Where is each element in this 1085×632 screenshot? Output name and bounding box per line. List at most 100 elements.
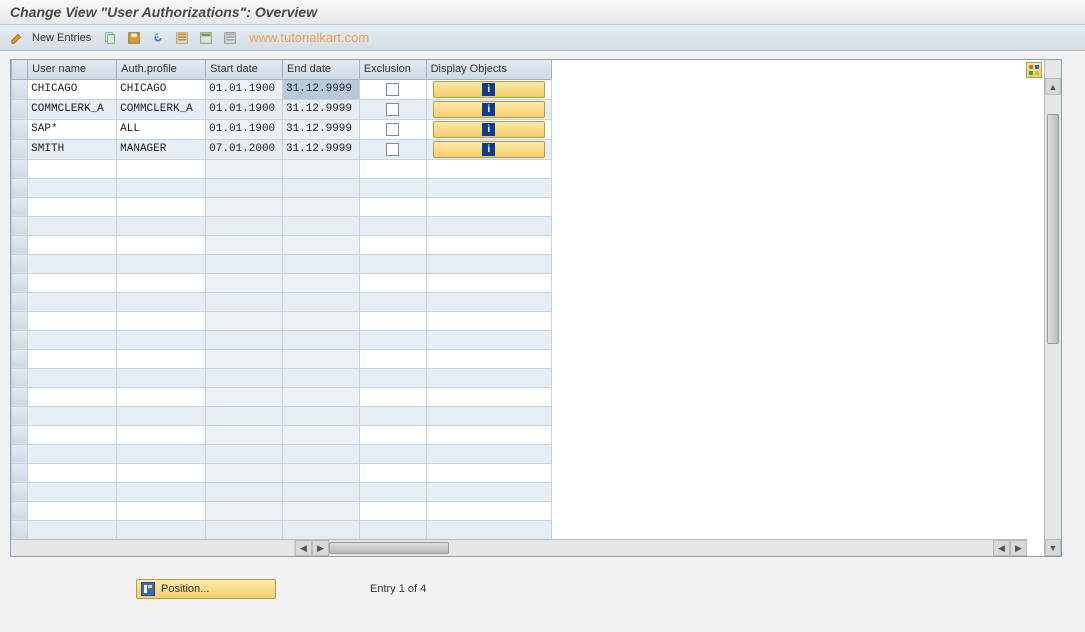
cell-exclusion[interactable] — [359, 368, 426, 387]
cell-start[interactable] — [206, 425, 283, 444]
cell-auth[interactable] — [117, 501, 206, 520]
display-objects-button[interactable]: i — [433, 81, 545, 98]
v-scroll-down-icon[interactable]: ▼ — [1045, 539, 1061, 556]
cell-end[interactable] — [282, 178, 359, 197]
col-header-disp[interactable]: Display Objects — [426, 60, 551, 79]
cell-user[interactable] — [28, 482, 117, 501]
cell-user[interactable] — [28, 311, 117, 330]
row-selector[interactable] — [12, 79, 28, 99]
cell-end[interactable] — [282, 292, 359, 311]
cell-exclusion[interactable] — [359, 159, 426, 178]
row-selector[interactable] — [12, 292, 28, 311]
cell-user[interactable] — [28, 501, 117, 520]
row-selector[interactable] — [12, 273, 28, 292]
cell-start[interactable] — [206, 387, 283, 406]
row-selector[interactable] — [12, 119, 28, 139]
cell-auth[interactable] — [117, 159, 206, 178]
cell-exclusion[interactable] — [359, 520, 426, 539]
toggle-change-icon[interactable] — [8, 29, 26, 47]
cell-auth[interactable] — [117, 235, 206, 254]
cell-start[interactable]: 07.01.2000 — [206, 139, 283, 159]
row-selector[interactable] — [12, 463, 28, 482]
cell-end[interactable] — [282, 159, 359, 178]
cell-exclusion[interactable] — [359, 139, 426, 159]
cell-start[interactable] — [206, 349, 283, 368]
exclusion-checkbox[interactable] — [386, 83, 399, 96]
cell-exclusion[interactable] — [359, 119, 426, 139]
cell-exclusion[interactable] — [359, 463, 426, 482]
undo-icon[interactable] — [149, 29, 167, 47]
row-selector[interactable] — [12, 235, 28, 254]
cell-exclusion[interactable] — [359, 444, 426, 463]
save-icon[interactable] — [125, 29, 143, 47]
cell-exclusion[interactable] — [359, 197, 426, 216]
cell-end[interactable] — [282, 482, 359, 501]
cell-auth[interactable]: COMMCLERK_A — [117, 99, 206, 119]
position-button[interactable]: Position... — [136, 579, 276, 599]
col-header-excl[interactable]: Exclusion — [359, 60, 426, 79]
cell-end[interactable]: 31.12.9999 — [282, 139, 359, 159]
cell-user[interactable]: SMITH — [28, 139, 117, 159]
row-selector[interactable] — [12, 216, 28, 235]
new-entries-button[interactable]: New Entries — [32, 32, 91, 44]
cell-start[interactable] — [206, 178, 283, 197]
cell-auth[interactable] — [117, 349, 206, 368]
cell-start[interactable] — [206, 368, 283, 387]
cell-auth[interactable] — [117, 216, 206, 235]
row-selector[interactable] — [12, 368, 28, 387]
cell-user[interactable] — [28, 444, 117, 463]
cell-auth[interactable] — [117, 368, 206, 387]
cell-end[interactable] — [282, 425, 359, 444]
cell-exclusion[interactable] — [359, 216, 426, 235]
cell-auth[interactable] — [117, 197, 206, 216]
exclusion-checkbox[interactable] — [386, 103, 399, 116]
cell-user[interactable] — [28, 368, 117, 387]
deselect-all-icon[interactable] — [221, 29, 239, 47]
cell-end[interactable] — [282, 216, 359, 235]
cell-end[interactable]: 31.12.9999 — [282, 99, 359, 119]
cell-end[interactable] — [282, 330, 359, 349]
cell-end[interactable] — [282, 235, 359, 254]
h-scroll-right2-icon[interactable]: ▶ — [1010, 540, 1027, 556]
row-selector[interactable] — [12, 520, 28, 539]
cell-exclusion[interactable] — [359, 482, 426, 501]
row-selector[interactable] — [12, 406, 28, 425]
row-selector[interactable] — [12, 444, 28, 463]
cell-end[interactable] — [282, 387, 359, 406]
cell-exclusion[interactable] — [359, 349, 426, 368]
cell-user[interactable] — [28, 425, 117, 444]
cell-end[interactable]: 31.12.9999 — [282, 119, 359, 139]
cell-end[interactable] — [282, 254, 359, 273]
cell-end[interactable] — [282, 197, 359, 216]
exclusion-checkbox[interactable] — [386, 143, 399, 156]
cell-end[interactable]: 31.12.9999 — [282, 79, 359, 99]
cell-user[interactable] — [28, 235, 117, 254]
display-objects-button[interactable]: i — [433, 121, 545, 138]
cell-auth[interactable] — [117, 387, 206, 406]
cell-auth[interactable]: CHICAGO — [117, 79, 206, 99]
cell-start[interactable] — [206, 273, 283, 292]
row-selector[interactable] — [12, 482, 28, 501]
vertical-scrollbar[interactable]: ▲ ▼ — [1044, 60, 1061, 556]
cell-user[interactable] — [28, 178, 117, 197]
display-objects-button[interactable]: i — [433, 141, 545, 158]
cell-start[interactable] — [206, 330, 283, 349]
cell-exclusion[interactable] — [359, 79, 426, 99]
h-scroll-thumb[interactable] — [329, 542, 449, 554]
row-selector[interactable] — [12, 387, 28, 406]
col-header-auth[interactable]: Auth.profile — [117, 60, 206, 79]
cell-exclusion[interactable] — [359, 311, 426, 330]
cell-user[interactable] — [28, 520, 117, 539]
row-selector[interactable] — [12, 197, 28, 216]
cell-user[interactable]: SAP* — [28, 119, 117, 139]
cell-end[interactable] — [282, 273, 359, 292]
cell-start[interactable] — [206, 216, 283, 235]
cell-exclusion[interactable] — [359, 273, 426, 292]
cell-user[interactable] — [28, 387, 117, 406]
h-scroll-left2-icon[interactable]: ◀ — [993, 540, 1010, 556]
h-scroll-left-icon[interactable]: ◀ — [295, 540, 312, 556]
row-selector[interactable] — [12, 139, 28, 159]
horizontal-scrollbar[interactable]: ◀ ▶ ◀ ▶ — [11, 539, 1027, 556]
row-selector[interactable] — [12, 349, 28, 368]
cell-end[interactable] — [282, 501, 359, 520]
